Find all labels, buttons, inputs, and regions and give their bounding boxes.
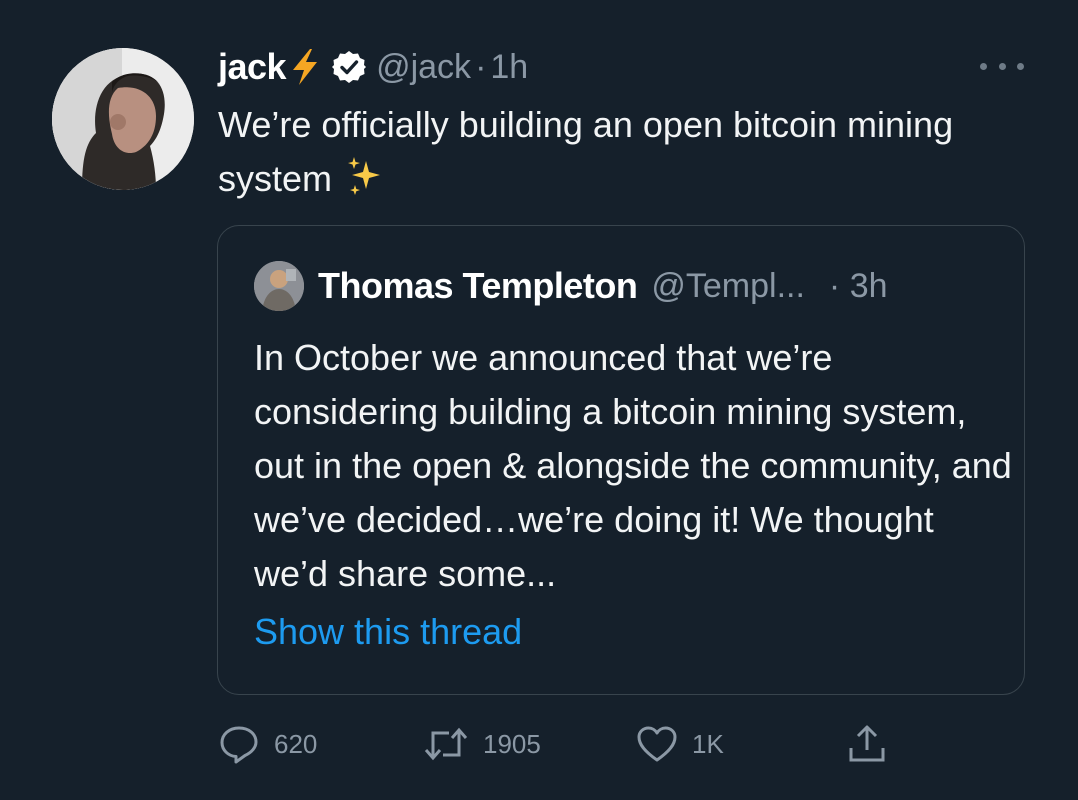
quoted-tweet-text: In October we announced that we’re consi… bbox=[254, 337, 1012, 594]
tweet-meta: @jack · 1h bbox=[376, 48, 528, 87]
quoted-author-name[interactable]: Thomas Templeton bbox=[318, 265, 638, 307]
tweet-actions: 620 1905 1K bbox=[218, 720, 918, 768]
tweet: jack @jack · 1h We’re officially building … bbox=[0, 0, 1078, 800]
like-count: 1K bbox=[692, 728, 724, 759]
author-name[interactable]: jack bbox=[218, 46, 287, 88]
quoted-author-avatar[interactable] bbox=[254, 261, 304, 311]
reply-icon bbox=[218, 723, 260, 765]
tweet-body: We’re officially building an open bitcoi… bbox=[218, 98, 978, 214]
share-button[interactable] bbox=[846, 720, 888, 768]
lightning-bolt-icon bbox=[290, 48, 320, 86]
author-avatar[interactable] bbox=[52, 48, 194, 190]
like-button[interactable]: 1K bbox=[636, 720, 724, 768]
tweet-text: We’re officially building an open bitcoi… bbox=[218, 104, 954, 199]
quoted-tweet-card[interactable]: Thomas Templeton @Templ... · 3h In Octob… bbox=[217, 225, 1025, 695]
heart-icon bbox=[636, 723, 678, 765]
share-icon bbox=[846, 723, 888, 765]
quoted-tweet-header: Thomas Templeton @Templ... · 3h bbox=[254, 260, 888, 312]
verified-badge-icon bbox=[332, 50, 367, 84]
author-handle[interactable]: @jack bbox=[376, 48, 471, 86]
retweet-button[interactable]: 1905 bbox=[423, 720, 541, 768]
reply-button[interactable]: 620 bbox=[218, 720, 317, 768]
show-thread-link[interactable]: Show this thread bbox=[254, 611, 522, 653]
sparkles-icon bbox=[344, 155, 388, 214]
more-icon[interactable] bbox=[980, 58, 1024, 74]
meta-separator: · bbox=[475, 47, 487, 86]
tweet-header: jack @jack · 1h bbox=[218, 42, 528, 92]
retweet-count: 1905 bbox=[483, 728, 541, 759]
quoted-tweet-timestamp[interactable]: · 3h bbox=[829, 267, 888, 306]
retweet-icon bbox=[423, 723, 469, 765]
tweet-timestamp[interactable]: 1h bbox=[490, 48, 528, 86]
reply-count: 620 bbox=[274, 728, 318, 759]
quoted-author-handle[interactable]: @Templ... bbox=[651, 267, 805, 306]
